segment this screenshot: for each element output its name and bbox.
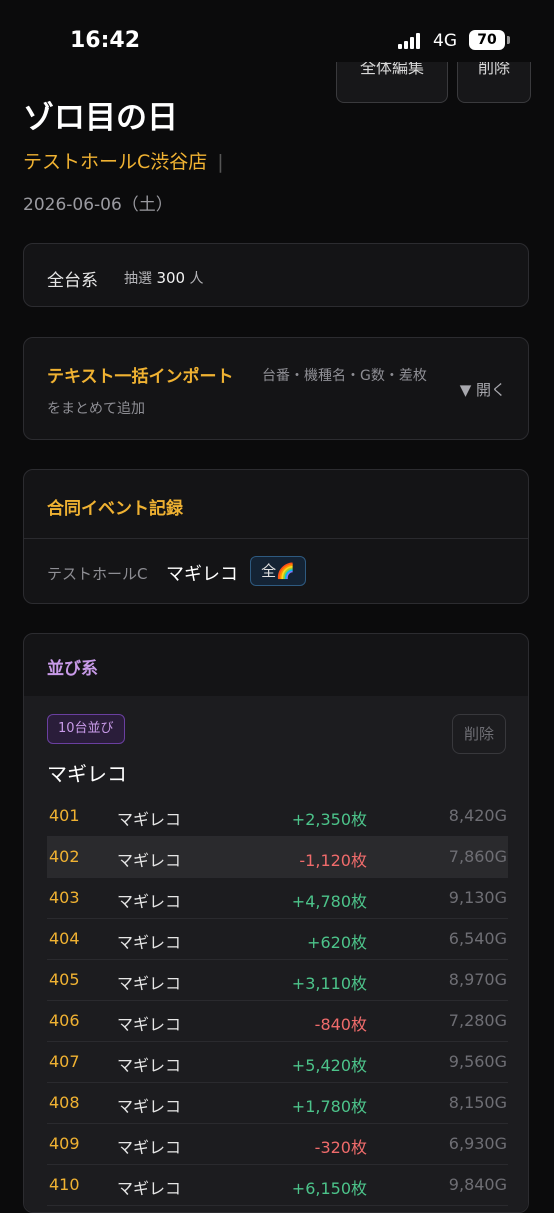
diff-coins: +6,150枚: [291, 1179, 367, 1198]
lottery-count: 300: [156, 269, 186, 287]
table-row[interactable]: 404 マギレコ +620枚 6,540G: [47, 919, 508, 960]
joint-store: テストホールC: [47, 565, 148, 583]
table-row[interactable]: 407 マギレコ +5,420枚 9,560G: [47, 1042, 508, 1083]
machine-name: マギレコ: [117, 974, 182, 993]
machine-number: 410: [49, 1175, 80, 1194]
diff-coins: -320枚: [314, 1138, 367, 1157]
diff-coins: +3,110枚: [291, 974, 367, 993]
machine-name: マギレコ: [117, 1015, 182, 1034]
joint-event-title: 合同イベント記録: [47, 499, 183, 519]
table-row[interactable]: 401 マギレコ +2,350枚 8,420G: [47, 796, 508, 837]
game-count: 8,420G: [448, 806, 507, 825]
game-count: 7,280G: [448, 1011, 507, 1030]
game-count: 6,930G: [448, 1134, 507, 1153]
event-date: 2026-06-06（土）: [23, 195, 173, 215]
lottery-card: 全台系 抽選 300 人: [23, 243, 529, 307]
edit-all-button[interactable]: 全体編集: [336, 62, 448, 103]
store-line: テストホールC渋谷店 |: [23, 147, 224, 174]
battery-tip: [507, 36, 510, 44]
machine-name: マギレコ: [117, 851, 182, 870]
table-row[interactable]: 406 マギレコ -840枚 7,280G: [47, 1001, 508, 1042]
diff-coins: -840枚: [314, 1015, 367, 1034]
machine-table: 401 マギレコ +2,350枚 8,420G 402 マギレコ -1,120枚 7,860G…: [47, 796, 508, 1206]
diff-coins: +2,350枚: [291, 810, 367, 829]
import-title: テキスト一括インポート: [47, 367, 234, 387]
row-group: 10台並び 削除 マギレコ 401 マギレコ +2,350枚 8,420G 402 マギレ…: [24, 696, 528, 1212]
row-count-tag: 10台並び: [47, 714, 125, 744]
row-section-title: 並び系: [47, 659, 98, 679]
machine-number: 401: [49, 806, 80, 825]
joint-badge: 全🌈: [250, 556, 306, 586]
divider: [24, 538, 528, 539]
table-row[interactable]: 409 マギレコ -320枚 6,930G: [47, 1124, 508, 1165]
joint-machine: マギレコ: [166, 564, 238, 585]
game-count: 7,860G: [448, 847, 507, 866]
group-machine-name: マギレコ: [47, 762, 127, 786]
machine-number: 403: [49, 888, 80, 907]
text-import-card[interactable]: テキスト一括インポート 台番・機種名・G数・差枚 をまとめて追加 ▼ 開く: [23, 337, 529, 440]
delete-group-button[interactable]: 削除: [452, 714, 506, 754]
network-label: 4G: [433, 31, 457, 51]
machine-number: 405: [49, 970, 80, 989]
machine-name: マギレコ: [117, 1056, 182, 1075]
machine-name: マギレコ: [117, 810, 182, 829]
store-link[interactable]: テストホールC渋谷店: [23, 151, 207, 173]
lottery-unit: 人: [189, 271, 204, 287]
table-row[interactable]: 402 マギレコ -1,120枚 7,860G: [47, 837, 508, 878]
lottery-prefix: 抽選: [124, 271, 152, 287]
row-section-card: 並び系 10台並び 削除 マギレコ 401 マギレコ +2,350枚 8,420G 40…: [23, 633, 529, 1213]
signal-icon: [398, 33, 424, 49]
diff-coins: +4,780枚: [291, 892, 367, 911]
machine-name: マギレコ: [117, 892, 182, 911]
lottery-type: 全台系: [47, 271, 98, 291]
machine-number: 404: [49, 929, 80, 948]
game-count: 9,130G: [448, 888, 507, 907]
diff-coins: +620枚: [307, 933, 367, 952]
table-row[interactable]: 408 マギレコ +1,780枚 8,150G: [47, 1083, 508, 1124]
diff-coins: -1,120枚: [299, 851, 367, 870]
game-count: 9,560G: [448, 1052, 507, 1071]
machine-number: 407: [49, 1052, 80, 1071]
import-description: 台番・機種名・G数・差枚: [262, 368, 427, 384]
game-count: 9,840G: [448, 1175, 507, 1194]
store-separator: |: [217, 151, 224, 173]
page-title: ゾロ目の日: [23, 100, 178, 136]
game-count: 8,970G: [448, 970, 507, 989]
import-expand-toggle[interactable]: ▼ 開く: [460, 379, 506, 400]
diff-coins: +1,780枚: [291, 1097, 367, 1116]
lottery-info: 抽選 300 人: [124, 268, 204, 288]
table-row[interactable]: 405 マギレコ +3,110枚 8,970G: [47, 960, 508, 1001]
status-time: 16:42: [70, 28, 141, 53]
game-count: 6,540G: [448, 929, 507, 948]
joint-event-card: 合同イベント記録 テストホールC マギレコ 全🌈: [23, 469, 529, 604]
delete-event-button[interactable]: 削除: [457, 62, 531, 103]
diff-coins: +5,420枚: [291, 1056, 367, 1075]
machine-number: 402: [49, 847, 80, 866]
table-row[interactable]: 403 マギレコ +4,780枚 9,130G: [47, 878, 508, 919]
machine-name: マギレコ: [117, 1097, 182, 1116]
machine-name: マギレコ: [117, 933, 182, 952]
machine-name: マギレコ: [117, 1138, 182, 1157]
import-description-cont: をまとめて追加: [47, 401, 145, 417]
machine-number: 406: [49, 1011, 80, 1030]
machine-number: 409: [49, 1134, 80, 1153]
game-count: 8,150G: [448, 1093, 507, 1112]
battery-icon: 70: [469, 30, 505, 50]
machine-number: 408: [49, 1093, 80, 1112]
machine-name: マギレコ: [117, 1179, 182, 1198]
